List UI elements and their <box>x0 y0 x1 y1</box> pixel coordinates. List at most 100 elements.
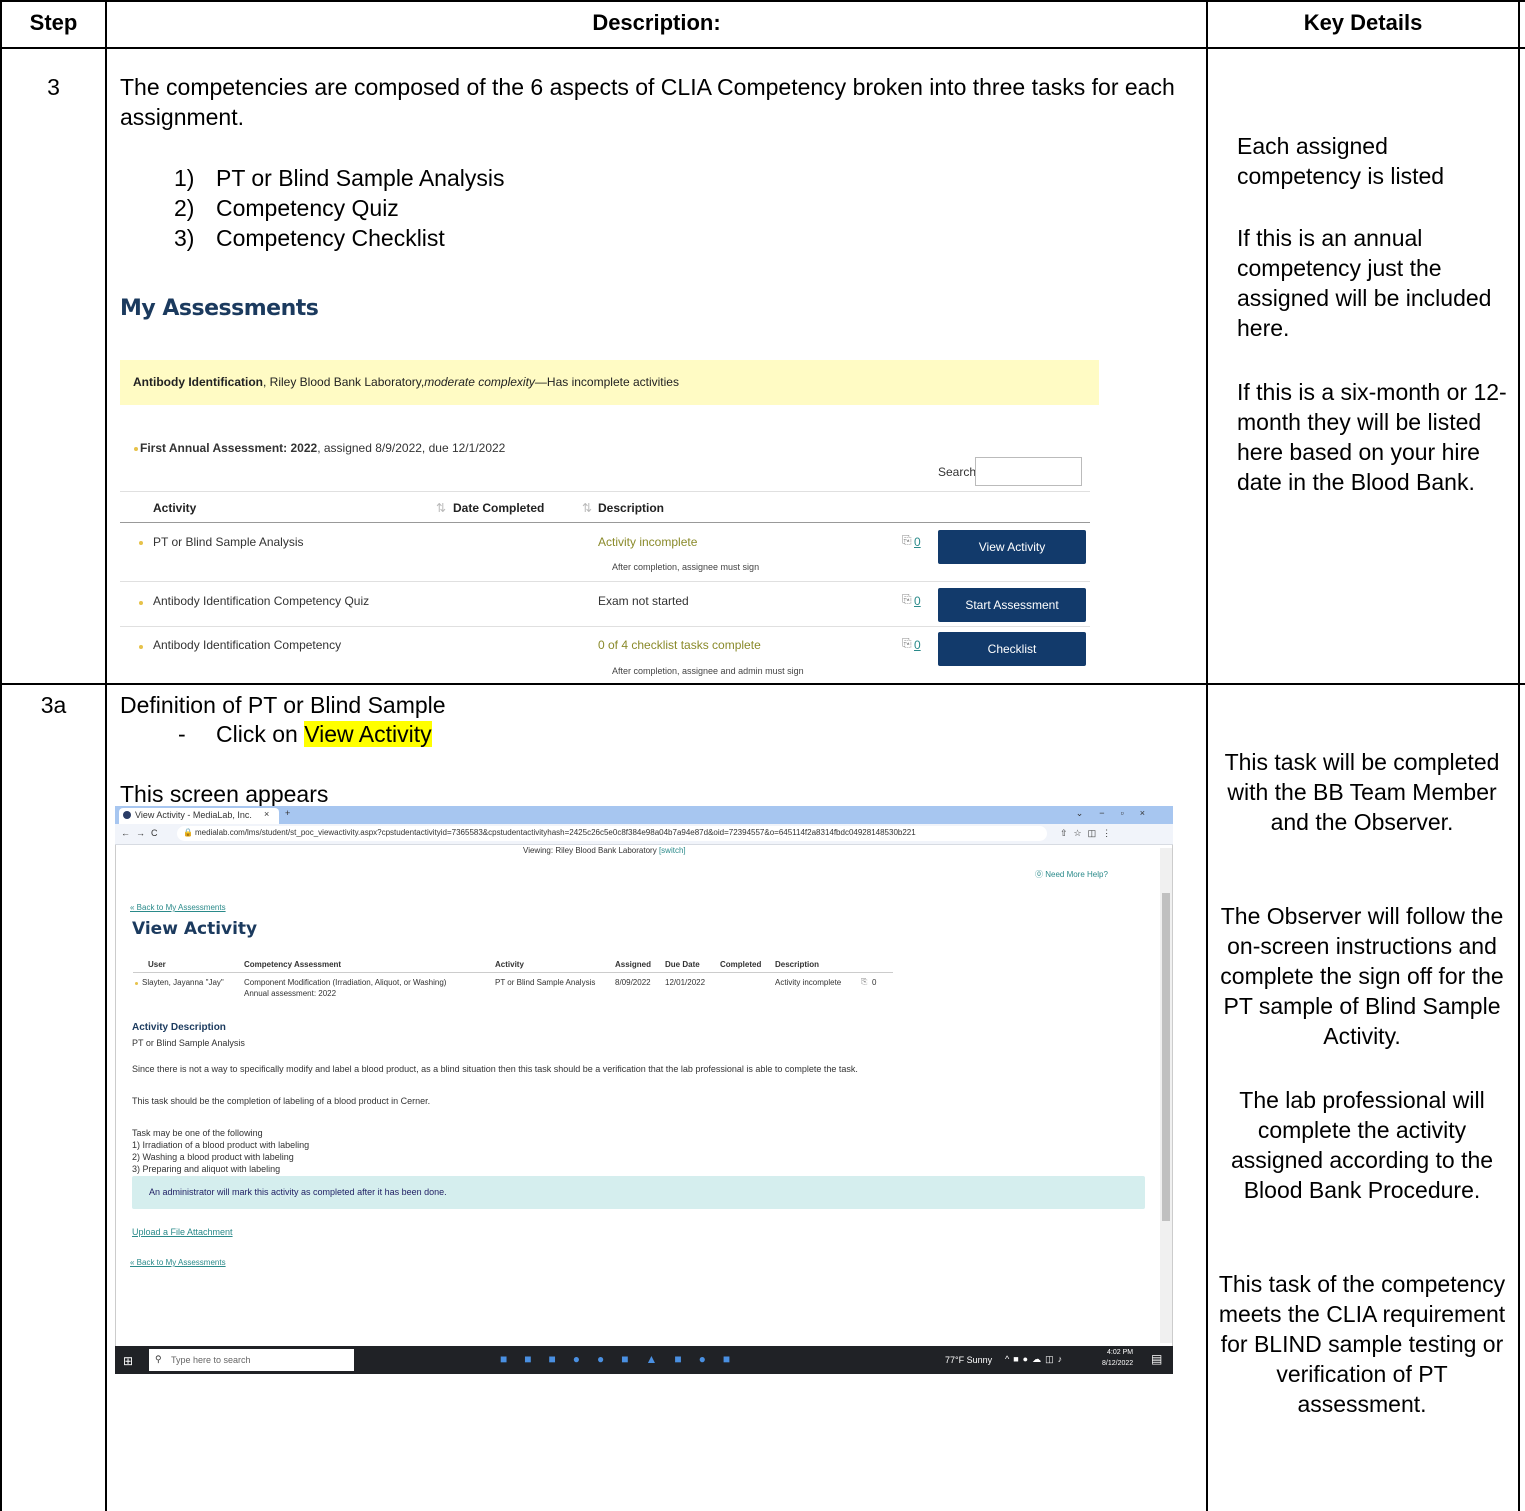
switch-link[interactable]: [switch] <box>659 846 686 855</box>
assessment-name: Component Modification (Irradiation, Ali… <box>244 978 447 987</box>
due-date: 12/01/2022 <box>665 978 706 987</box>
new-tab-icon[interactable]: + <box>285 808 290 818</box>
search-label: Search: <box>938 465 980 479</box>
clock-date[interactable]: 8/12/2022 <box>1102 1360 1133 1367</box>
address-bar: ←→C 🔒 medialab.com/lms/student/st_poc_vi… <box>115 824 1173 845</box>
banner-complexity: moderate complexity <box>424 375 535 389</box>
banner-lab: , Riley Blood Bank Laboratory, <box>263 375 425 389</box>
sort-icon[interactable]: ⇅ <box>436 501 446 515</box>
table-border-right <box>1518 0 1520 1511</box>
header-key-details: Key Details <box>1303 10 1423 35</box>
sort-icon[interactable]: ⇅ <box>582 501 592 515</box>
activity-note: After completion, assignee must sign <box>612 562 760 572</box>
col-date-completed[interactable]: Date Completed <box>453 501 544 515</box>
key-detail-3: If this is a six-month or 12-month they … <box>1237 379 1507 495</box>
click-prefix: Click on <box>216 721 305 747</box>
viewing-lab: Viewing: Riley Blood Bank Laboratory [sw… <box>523 846 686 855</box>
tray-icons[interactable]: ^■●☁◫♪ <box>1005 1354 1066 1365</box>
scrollbar[interactable] <box>1160 848 1172 1343</box>
notification-icon[interactable]: ▤ <box>1151 1352 1162 1366</box>
checklist-button[interactable]: Checklist <box>938 632 1086 666</box>
back-link-2[interactable]: « Back to My Assessments <box>130 1258 226 1267</box>
list-num-2: 2) <box>174 195 195 221</box>
clock-time[interactable]: 4:02 PM <box>1107 1349 1133 1356</box>
row-bullet <box>139 601 143 605</box>
taskbar-search[interactable]: ⚲ Type here to search <box>149 1349 354 1371</box>
nav-arrows-icon[interactable]: ←→C <box>121 828 164 838</box>
row3a-line1: Definition of PT or Blind Sample <box>120 692 446 718</box>
key-detail-3a-1: This task will be completed with the BB … <box>1224 749 1500 835</box>
activity-name: Antibody Identification Competency <box>153 638 342 652</box>
banner-name: Antibody Identification <box>133 375 263 389</box>
key-detail-2: If this is an annual competency just the… <box>1237 225 1492 341</box>
col-description: Description <box>775 960 820 969</box>
url-field[interactable]: 🔒 medialab.com/lms/student/st_poc_viewac… <box>177 826 1047 841</box>
list-num-3: 3) <box>174 225 195 251</box>
browser-toolbar-icons[interactable]: ⇧☆◫⋮ <box>1060 828 1117 839</box>
windows-taskbar: ⊞ ⚲ Type here to search ■■■●●■▲■●■ 77°F … <box>115 1346 1173 1374</box>
key-detail-3a-3: The lab professional will complete the a… <box>1230 1087 1494 1203</box>
activity-note: After completion, assignee and admin mus… <box>612 666 804 676</box>
paperclip-icon[interactable]: ⎘ <box>902 592 912 607</box>
upload-link[interactable]: Upload a File Attachment <box>132 1227 233 1237</box>
assessment-sub: Annual assessment: 2022 <box>244 989 337 998</box>
windows-start-icon[interactable]: ⊞ <box>123 1354 133 1368</box>
attachment-count[interactable]: 0 <box>914 594 921 608</box>
list-item-2: Competency Quiz <box>216 195 399 221</box>
activity-status: Exam not started <box>598 594 689 608</box>
my-assessments-title: My Assessments <box>120 296 319 321</box>
col-description[interactable]: Description <box>598 501 664 515</box>
paperclip-icon[interactable]: ⎘ <box>902 636 912 651</box>
highlight-view-activity: View Activity <box>304 721 432 747</box>
search-input[interactable] <box>975 457 1082 486</box>
paperclip-icon[interactable]: ⎘ <box>902 533 912 548</box>
tab-active[interactable]: View Activity - MediaLab, Inc. × <box>119 808 279 824</box>
attachment-count[interactable]: 0 <box>914 638 921 652</box>
paperclip-icon[interactable]: ⎘ <box>861 977 867 987</box>
header-description: Description: <box>592 10 721 35</box>
annual-assessment: First Annual Assessment: 2022, assigned … <box>140 441 505 455</box>
notice-text: An administrator will mark this activity… <box>149 1187 447 1197</box>
weather-widget[interactable]: 77°F Sunny <box>945 1355 992 1365</box>
back-link[interactable]: « Back to My Assessments <box>130 903 226 912</box>
view-activity-heading: View Activity <box>132 919 258 939</box>
table-border-header <box>0 47 1525 49</box>
list-item: 1) Irradiation of a blood product with l… <box>132 1140 310 1150</box>
tab-bar: View Activity - MediaLab, Inc. × + ⌄−▫× <box>115 806 1173 824</box>
row-divider <box>120 581 1090 582</box>
list-item: 3) Preparing and aliquot with labeling <box>132 1164 281 1174</box>
attachment-count[interactable]: 0 <box>914 535 921 549</box>
step-number: 3a <box>40 692 67 718</box>
lock-icon: 🔒 <box>183 828 193 837</box>
table-divider <box>120 491 1090 492</box>
screen-appears: This screen appears <box>120 781 329 807</box>
activity-name: Antibody Identification Competency Quiz <box>153 594 370 608</box>
assessment-banner[interactable]: Antibody Identification, Riley Blood Ban… <box>120 360 1099 405</box>
start-assessment-button[interactable]: Start Assessment <box>938 588 1086 622</box>
list-intro: Task may be one of the following <box>132 1128 263 1138</box>
para-1: Since there is not a way to specifically… <box>132 1064 858 1074</box>
taskbar-app-icons[interactable]: ■■■●●■▲■●■ <box>500 1352 747 1366</box>
banner-status: —Has incomplete activities <box>534 375 679 389</box>
row-bullet <box>139 541 143 545</box>
activity-description-heading: Activity Description <box>132 1022 226 1033</box>
assigned-date: 8/09/2022 <box>615 978 651 987</box>
annual-assessment-name: First Annual Assessment: 2022 <box>140 441 318 455</box>
header-step: Step <box>29 10 78 35</box>
list-item-3: Competency Checklist <box>216 225 445 251</box>
window-controls[interactable]: ⌄−▫× <box>1076 808 1161 819</box>
key-detail-1: Each assigned competency is listed <box>1237 133 1445 189</box>
row3-intro: The competencies are composed of the 6 a… <box>120 74 1175 130</box>
medialab-favicon-icon <box>123 811 131 819</box>
col-activity[interactable]: Activity <box>153 501 196 515</box>
col-activity: Activity <box>495 960 524 969</box>
browser-screenshot: View Activity - MediaLab, Inc. × + ⌄−▫× … <box>115 806 1173 1374</box>
activity-status: 0 of 4 checklist tasks complete <box>598 638 761 652</box>
scrollbar-thumb[interactable] <box>1162 893 1170 1221</box>
table-border-top <box>0 0 1525 2</box>
need-help-link[interactable]: ⓪ Need More Help? <box>1035 869 1108 880</box>
view-activity-button[interactable]: View Activity <box>938 530 1086 564</box>
search-icon: ⚲ <box>155 1354 162 1364</box>
url-text: medialab.com/lms/student/st_poc_viewacti… <box>195 828 916 837</box>
tab-close-icon[interactable]: × <box>264 809 269 819</box>
